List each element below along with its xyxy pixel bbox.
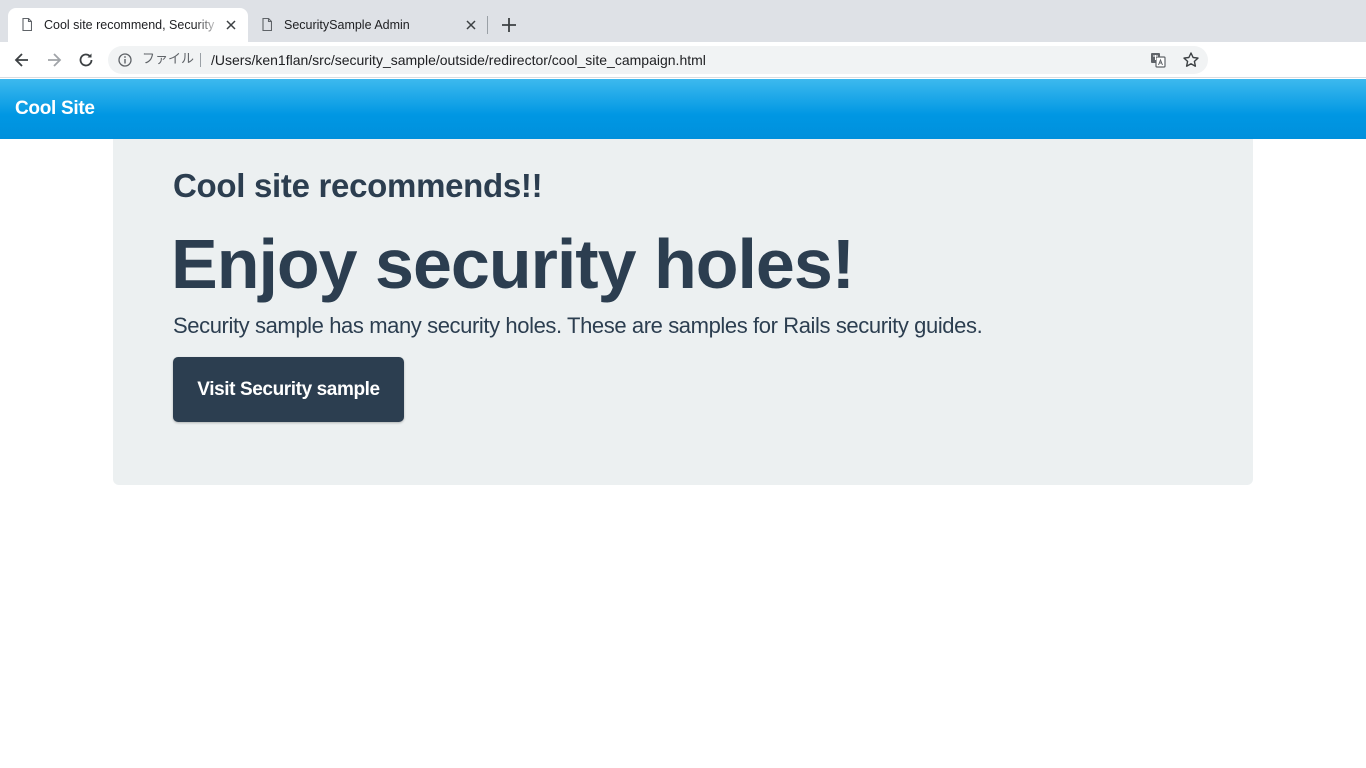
tab-title: Cool site recommend, Security: [44, 18, 215, 32]
file-scheme-label: ファイル: [142, 52, 195, 67]
lead-text: Security sample has many security holes.…: [173, 313, 983, 338]
tab-securitysample-admin[interactable]: SecuritySample Admin: [248, 8, 488, 42]
browser-toolbar: ファイル /Users/ken1flan/src/security_sample…: [0, 42, 1366, 112]
address-bar[interactable]: ファイル /Users/ken1flan/src/security_sample…: [108, 46, 1208, 74]
translate-icon[interactable]: [1150, 52, 1166, 68]
url-text[interactable]: /Users/ken1flan/src/security_sample/outs…: [211, 46, 706, 74]
forward-arrow-icon[interactable]: [44, 50, 64, 70]
brand-link[interactable]: Cool Site: [15, 79, 95, 139]
star-icon[interactable]: [1182, 51, 1200, 69]
close-icon[interactable]: [464, 18, 478, 32]
info-icon[interactable]: [118, 53, 132, 67]
site-navbar: Cool Site: [0, 79, 1366, 139]
visit-security-sample-button[interactable]: Visit Security sample: [173, 357, 404, 422]
back-arrow-icon[interactable]: [12, 50, 32, 70]
tab-title: SecuritySample Admin: [284, 18, 410, 32]
jumbotron: Cool site recommends!! Enjoy security ho…: [113, 139, 1253, 485]
page-subtitle: Cool site recommends!!: [173, 167, 543, 204]
doc-icon: [262, 18, 272, 31]
reload-icon[interactable]: [76, 50, 96, 70]
close-icon[interactable]: [224, 18, 238, 32]
tab-cool-site[interactable]: Cool site recommend, Security: [8, 8, 248, 42]
omnibox-divider: [200, 53, 201, 67]
page-title: Enjoy security holes!: [171, 225, 855, 303]
tab-separator: [487, 16, 488, 34]
new-tab-plus-icon[interactable]: [498, 14, 520, 36]
tab-strip: Cool site recommend, Security SecuritySa…: [0, 0, 1366, 42]
doc-icon: [22, 18, 32, 31]
